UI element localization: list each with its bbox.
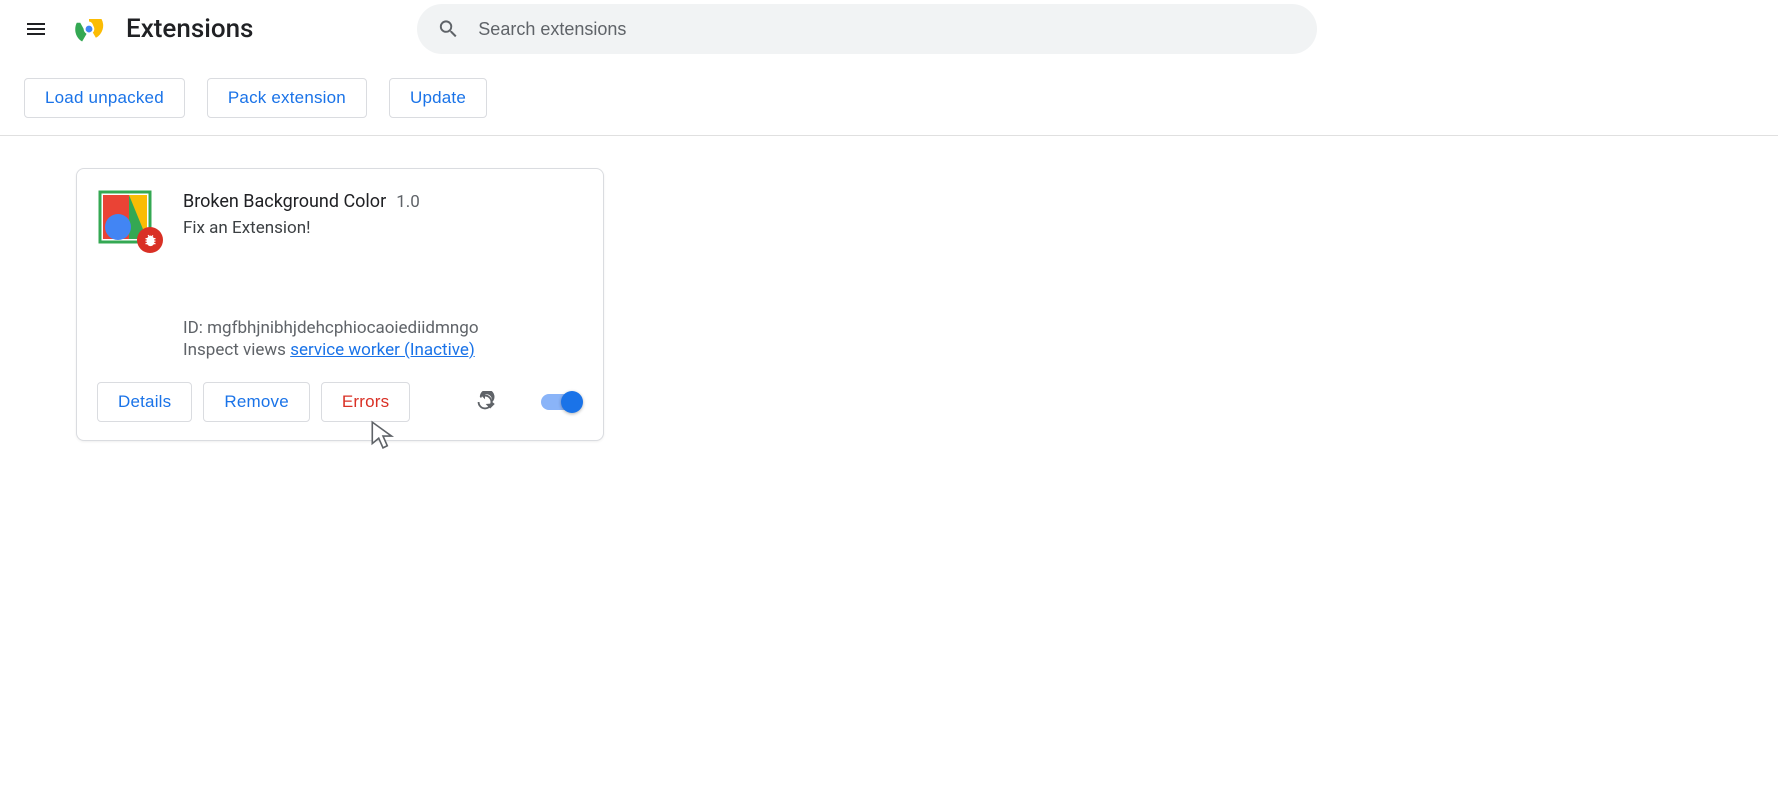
extension-card: Broken Background Color 1.0 Fix an Exten… — [76, 168, 604, 441]
details-button[interactable]: Details — [97, 382, 192, 422]
extension-icon — [97, 189, 153, 245]
enable-toggle[interactable] — [541, 391, 583, 413]
extension-id-value: mgfbhjnibhjdehcphiocaoiediidmngo — [207, 318, 478, 338]
extension-version: 1.0 — [396, 192, 420, 212]
bug-badge-icon — [137, 227, 163, 253]
extension-name: Broken Background Color — [183, 191, 386, 212]
update-button[interactable]: Update — [389, 78, 487, 118]
extension-description: Fix an Extension! — [183, 218, 583, 238]
search-input[interactable] — [478, 19, 1297, 40]
header-bar: Extensions — [0, 0, 1778, 58]
service-worker-link[interactable]: service worker (Inactive) — [290, 340, 475, 360]
errors-button[interactable]: Errors — [321, 382, 410, 422]
chrome-logo-icon — [74, 14, 104, 44]
dev-toolbar: Load unpacked Pack extension Update — [0, 58, 1778, 136]
remove-button[interactable]: Remove — [203, 382, 310, 422]
card-actions: Details Remove Errors — [97, 382, 583, 422]
toggle-thumb — [561, 391, 583, 413]
extension-id-label: ID: — [183, 318, 203, 338]
search-icon — [437, 17, 460, 41]
content-area: Broken Background Color 1.0 Fix an Exten… — [0, 136, 1778, 473]
menu-icon[interactable] — [16, 9, 56, 49]
pack-extension-button[interactable]: Pack extension — [207, 78, 367, 118]
page-title: Extensions — [126, 14, 253, 44]
inspect-views-line: Inspect views service worker (Inactive) — [183, 340, 583, 360]
reload-icon[interactable] — [466, 383, 504, 421]
search-box[interactable] — [417, 4, 1317, 54]
inspect-views-label: Inspect views — [183, 340, 286, 360]
load-unpacked-button[interactable]: Load unpacked — [24, 78, 185, 118]
extension-id-line: ID: mgfbhjnibhjdehcphiocaoiediidmngo — [183, 318, 583, 338]
